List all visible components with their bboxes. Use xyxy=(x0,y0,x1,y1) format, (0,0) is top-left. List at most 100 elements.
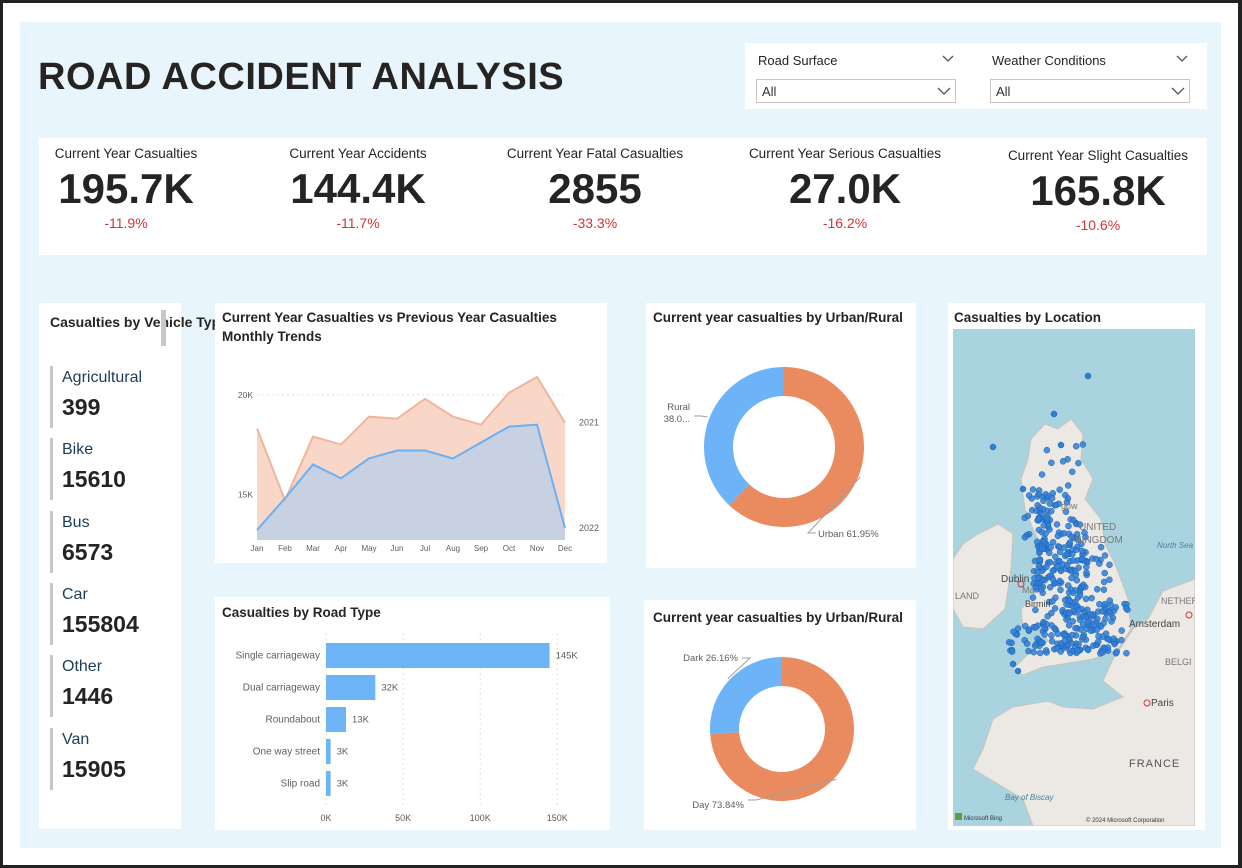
map-label: BELGI xyxy=(1165,657,1192,667)
x-tick-label: Oct xyxy=(503,544,516,553)
casualty-point xyxy=(1063,616,1070,623)
slice-label: Urban 61.95% xyxy=(818,529,879,540)
casualty-point xyxy=(1070,557,1077,564)
casualty-point xyxy=(1084,646,1092,654)
casualty-point xyxy=(1032,624,1039,631)
bar[interactable] xyxy=(326,707,347,732)
vehicle-value: 155804 xyxy=(62,611,139,637)
slicer-label: Weather Conditions xyxy=(992,53,1106,68)
map-label: Birmin xyxy=(1025,599,1051,609)
casualty-point xyxy=(1075,459,1082,467)
map-label: Ma xyxy=(1022,585,1035,595)
page-title: ROAD ACCIDENT ANALYSIS xyxy=(38,56,565,98)
kpi-label: Current Year Accidents xyxy=(289,146,427,161)
casualty-point xyxy=(1009,660,1017,668)
kpi-card-slight[interactable]: Current Year Slight Casualties 165.8K -1… xyxy=(998,148,1198,233)
x-tick-label: May xyxy=(361,544,376,553)
casualty-point xyxy=(1095,632,1102,640)
vehicle-name: Bus xyxy=(62,514,90,531)
casualty-point xyxy=(1106,561,1113,569)
casualty-point xyxy=(1064,482,1072,489)
casualty-point xyxy=(1029,486,1037,493)
casualty-point xyxy=(1021,534,1029,541)
vehicle-type-item[interactable]: Van 15905 xyxy=(50,728,160,790)
casualty-point xyxy=(1068,533,1075,541)
casualty-point xyxy=(1075,606,1082,614)
bar[interactable] xyxy=(326,771,331,796)
casualty-point xyxy=(1066,610,1073,617)
casualty-point xyxy=(1072,567,1079,575)
vehicle-type-item[interactable]: Bus 6573 xyxy=(50,511,160,573)
map-label: North Sea xyxy=(1157,541,1194,550)
map-label: LAND xyxy=(955,591,980,601)
pie-slice-dark[interactable] xyxy=(710,657,782,735)
slicer-panel: Road Surface All Weather Conditions All xyxy=(745,43,1207,109)
vehicle-value: 399 xyxy=(62,394,101,420)
kpi-value: 195.7K xyxy=(58,165,194,212)
casualty-point xyxy=(1069,550,1076,558)
vehicle-type-item[interactable]: Bike 15610 xyxy=(50,438,160,500)
casualty-point xyxy=(1057,586,1064,594)
kpi-card-accidents[interactable]: Current Year Accidents 144.4K -11.7% xyxy=(278,146,438,231)
bar[interactable] xyxy=(326,675,376,700)
casualty-point xyxy=(989,443,997,451)
day-dark-donut[interactable]: Day 73.84% Dark 26.16% xyxy=(644,630,916,828)
casualty-point xyxy=(1069,631,1076,639)
chart-title: Current Year Casualties vs Previous Year… xyxy=(222,310,557,344)
casualty-point xyxy=(1043,446,1051,454)
casualty-point xyxy=(1038,471,1046,478)
casualty-point xyxy=(1084,606,1091,613)
x-tick-label: Mar xyxy=(306,544,320,553)
casualty-point xyxy=(1051,605,1059,612)
casualty-point xyxy=(1014,667,1022,675)
casualty-point xyxy=(1035,562,1043,570)
kpi-delta: -33.3% xyxy=(572,215,618,231)
pie-slice-rural[interactable] xyxy=(704,367,784,506)
y-category-label: Slip road xyxy=(281,779,320,790)
casualty-point xyxy=(1108,618,1115,625)
bar[interactable] xyxy=(326,643,550,668)
casualty-point xyxy=(1063,562,1071,569)
casualty-point xyxy=(1053,645,1061,652)
dropdown-value: All xyxy=(996,84,1011,99)
casualty-point xyxy=(1057,441,1065,449)
y-category-label: Single carriageway xyxy=(236,651,321,662)
bar[interactable] xyxy=(326,739,331,764)
map-label: UNITED xyxy=(1079,522,1116,533)
chevron-down-icon[interactable] xyxy=(942,55,954,63)
slicer-label: Road Surface xyxy=(758,53,838,68)
casualty-point xyxy=(1095,638,1102,645)
casualty-point xyxy=(1053,521,1061,528)
casualty-point xyxy=(1088,594,1095,602)
vehicle-name: Bike xyxy=(62,441,94,458)
casualty-point xyxy=(1046,549,1053,557)
chevron-down-icon[interactable] xyxy=(1176,55,1188,63)
road-type-chart[interactable]: 0K 50K 100K 150K Single carriageway 145K Dual … xyxy=(215,625,610,830)
chart-title: Current year casualties by Urban/Rural xyxy=(653,310,903,325)
casualty-point xyxy=(1048,459,1055,467)
kpi-card-casualties[interactable]: Current Year Casualties 195.7K -11.9% xyxy=(46,146,206,231)
vehicle-type-item[interactable]: Car 155804 xyxy=(50,583,160,645)
location-map[interactable]: Dublin Amsterdam Paris FRANCE North Sea … xyxy=(953,329,1195,826)
kpi-card-serious[interactable]: Current Year Serious Casualties 27.0K -1… xyxy=(740,146,950,231)
monthly-trend-chart[interactable]: 15K 20K 2021 2022 Jan Feb Mar Apr May Jun Jul Aug Se… xyxy=(215,345,607,560)
casualty-point xyxy=(1069,589,1077,597)
chevron-down-icon xyxy=(1171,87,1185,95)
vehicle-type-item[interactable]: Agricultural 399 xyxy=(50,366,160,428)
road-surface-dropdown[interactable]: All xyxy=(756,79,956,103)
y-category-label: One way street xyxy=(253,747,320,758)
weather-conditions-dropdown[interactable]: All xyxy=(990,79,1190,103)
vehicle-value: 1446 xyxy=(62,683,114,709)
casualty-point xyxy=(1066,539,1073,547)
urban-rural-donut[interactable]: Urban 61.95% Rural38.0... xyxy=(646,330,916,565)
x-tick-label: Sep xyxy=(474,544,489,553)
casualty-point xyxy=(1034,502,1041,509)
scrollbar[interactable] xyxy=(161,310,166,346)
casualty-point xyxy=(1062,491,1069,499)
kpi-delta: -11.9% xyxy=(104,215,148,231)
vehicle-type-item[interactable]: Other 1446 xyxy=(50,655,160,717)
casualty-point xyxy=(1019,485,1027,493)
casualty-point xyxy=(1078,555,1086,563)
kpi-card-fatal[interactable]: Current Year Fatal Casualties 2855 -33.3… xyxy=(500,146,690,231)
casualty-point xyxy=(1068,574,1075,582)
